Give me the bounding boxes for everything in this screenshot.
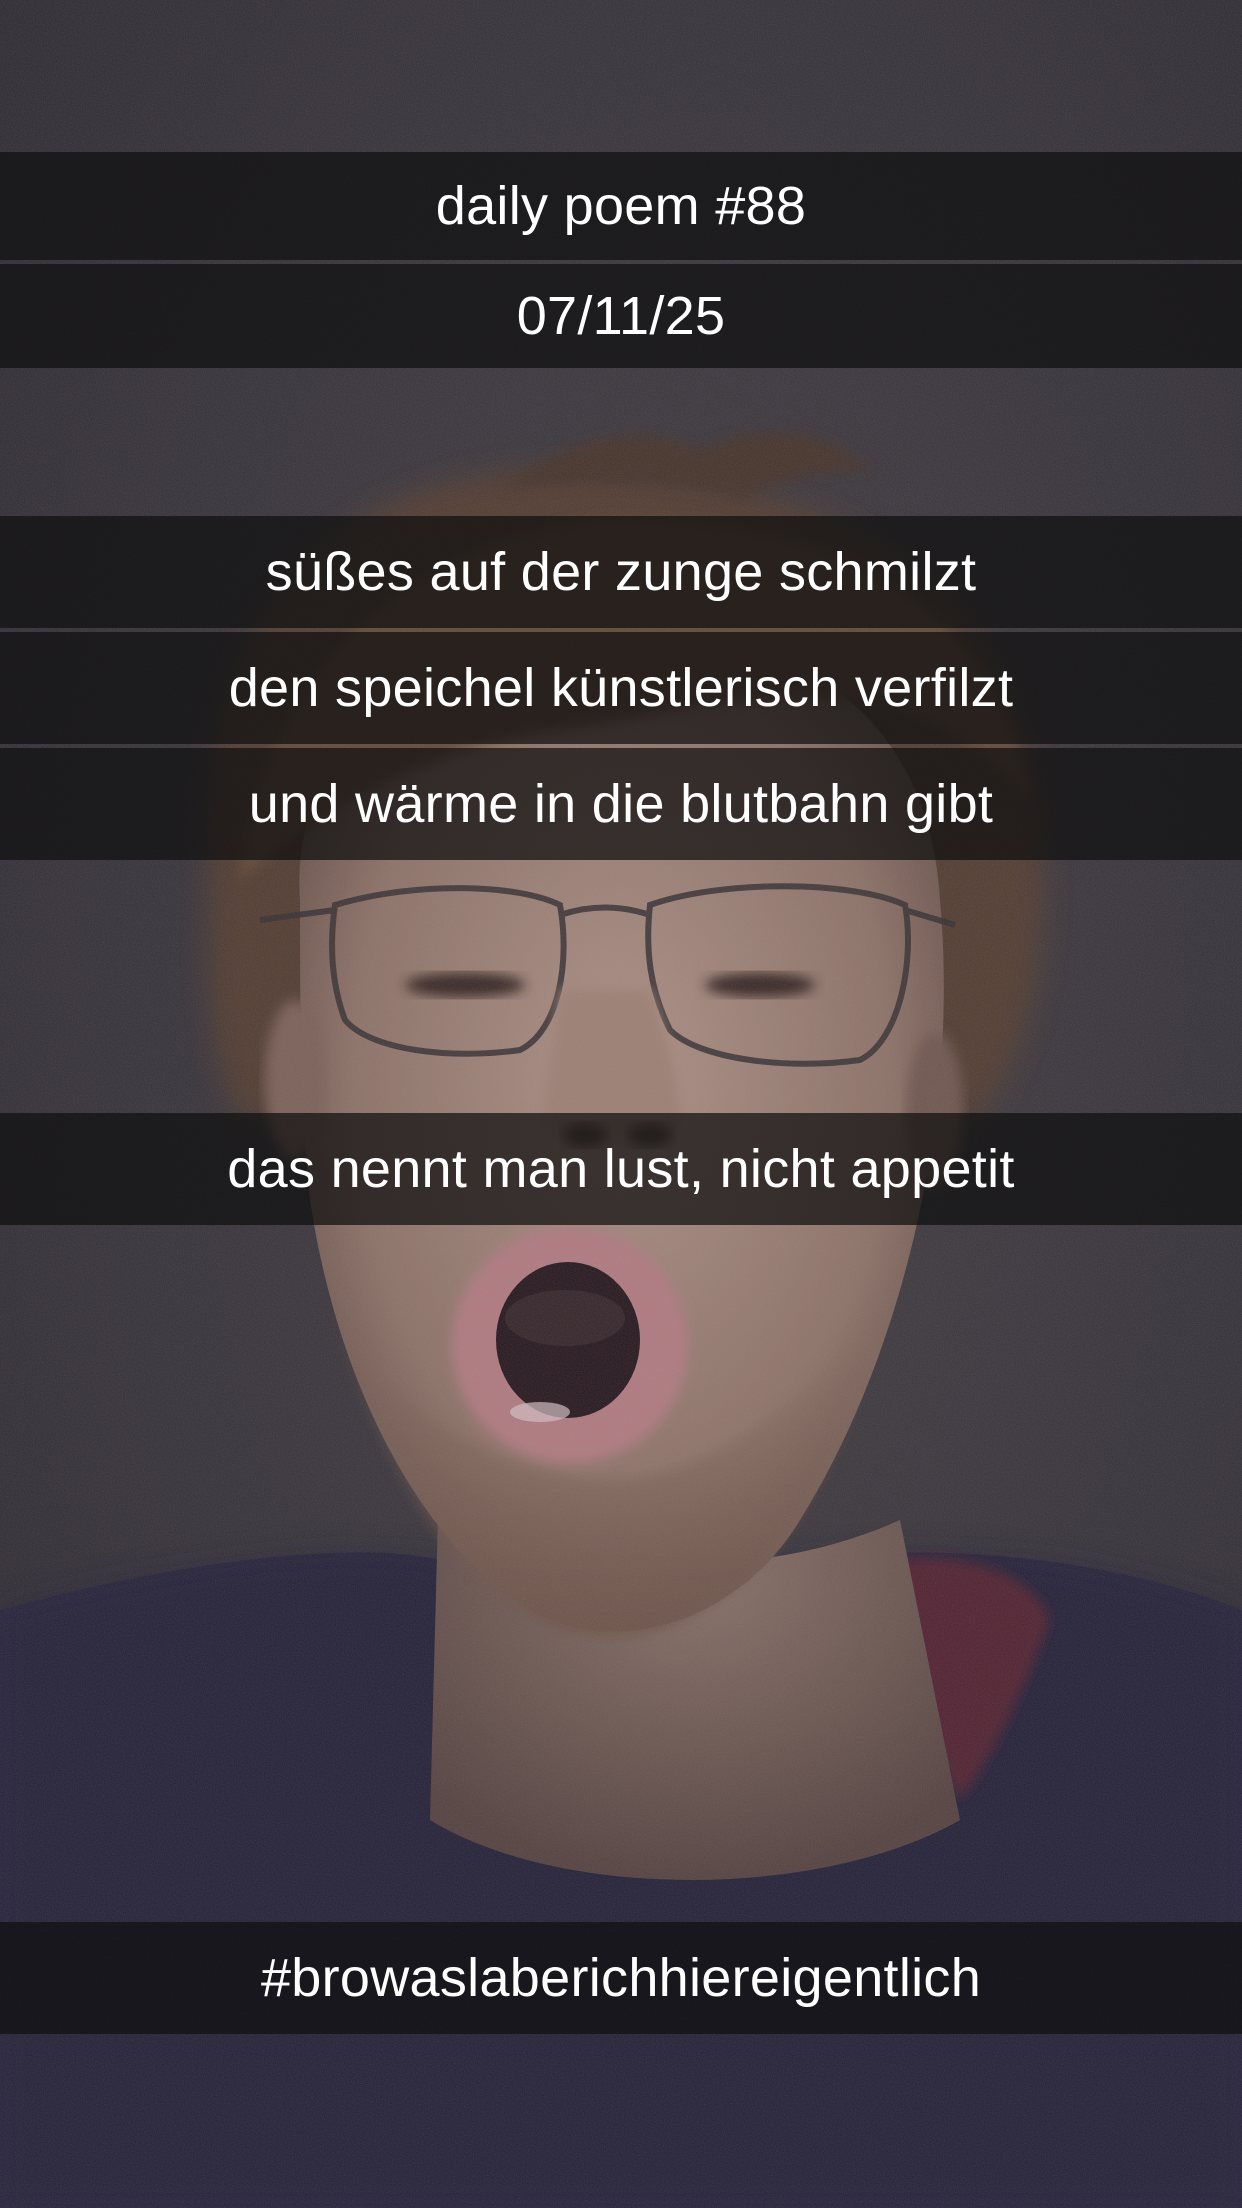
hashtag: #browaslaberichhiereigentlich	[260, 1948, 982, 2008]
poem-title-caption: daily poem #88	[0, 152, 1242, 260]
poem-line-caption: und wärme in die blutbahn gibt	[0, 748, 1242, 860]
story-screen: daily poem #88 07/11/25 süßes auf der zu…	[0, 0, 1242, 2208]
poem-line: süßes auf der zunge schmilzt	[265, 542, 977, 602]
poem-title: daily poem #88	[435, 176, 807, 236]
poem-line-caption: süßes auf der zunge schmilzt	[0, 516, 1242, 628]
poem-line: das nennt man lust, nicht appetit	[227, 1139, 1015, 1199]
hashtag-caption: #browaslaberichhiereigentlich	[0, 1922, 1242, 2034]
poem-line-caption: das nennt man lust, nicht appetit	[0, 1113, 1242, 1225]
poem-line-caption: den speichel künstlerisch verfilzt	[0, 632, 1242, 744]
poem-line: und wärme in die blutbahn gibt	[248, 774, 994, 834]
poem-line: den speichel künstlerisch verfilzt	[228, 658, 1014, 718]
poem-date-caption: 07/11/25	[0, 264, 1242, 368]
poem-date: 07/11/25	[516, 286, 726, 346]
